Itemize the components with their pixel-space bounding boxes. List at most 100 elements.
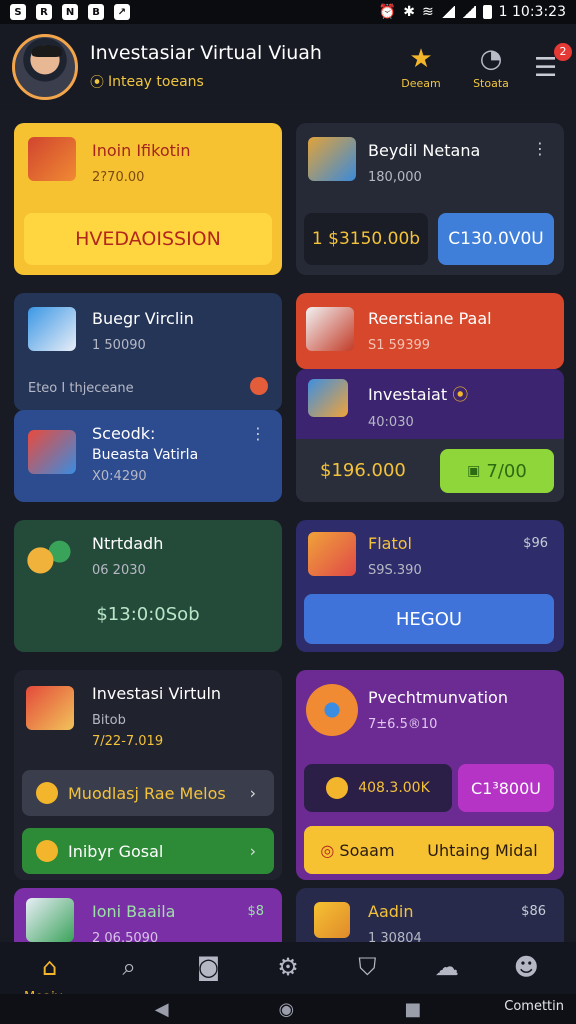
rocket-icon — [308, 532, 356, 576]
recents-icon[interactable]: ■ — [404, 999, 421, 1020]
cube-icon — [314, 902, 350, 938]
laptop-icon — [28, 307, 76, 351]
coins-icon — [26, 534, 74, 578]
card-value: S1 59399 — [368, 338, 431, 353]
app-notification-icon: B — [88, 4, 104, 20]
coin-icon: ⦿ — [90, 75, 104, 91]
camera-icon: ◙ — [196, 953, 221, 981]
home-icon: ⌂ — [42, 953, 58, 981]
more-icon[interactable]: ⋮ — [250, 424, 266, 443]
card-presentation[interactable]: Pvechtmunvation 7±6.5®10 408.3.00K C1³80… — [296, 670, 564, 880]
coin-icon: ⦿ — [452, 385, 469, 404]
corner-value: $86 — [521, 904, 546, 919]
card-portfolio[interactable]: Reerstiane Paal S1 59399 — [296, 293, 564, 369]
goal-button[interactable]: Inibyr Gosal › — [22, 828, 274, 874]
invest-button[interactable]: ▣ 7/00 — [440, 449, 554, 493]
card-balance[interactable]: Beydil Netana 180,000 ⋮ 1 $3150.00b C130… — [296, 123, 564, 275]
notification-badge: 2 — [554, 42, 572, 61]
box-icon — [308, 137, 356, 181]
card-value: 1 50090 — [92, 338, 146, 353]
presentation-value: 408.3.00K — [304, 764, 452, 812]
search-icon: ⌕ — [122, 953, 136, 981]
bluetooth-icon: ✱ — [403, 4, 415, 20]
alarm-icon: ⏰ — [378, 4, 397, 20]
balance-button[interactable]: C130.0V0U — [438, 213, 554, 265]
card-stock[interactable]: Sceodk: Bueasta Vatirla X0:4290 ⋮ — [14, 410, 282, 502]
action-button[interactable]: ◎ Soaam Uhtaing Midal — [304, 826, 554, 874]
signal-icon — [461, 6, 476, 18]
system-nav-bar: ◀ ◉ ■ — [0, 994, 576, 1024]
nav-label-group: Comettin — [504, 999, 564, 1014]
card-value: S9S.390 — [368, 563, 422, 578]
card-value: Bitob — [92, 713, 126, 728]
chart-icon: ◔ — [479, 43, 503, 74]
notifications-button[interactable]: ☰ 2 — [534, 42, 572, 83]
investment-button[interactable]: HVEDAOISSION — [24, 213, 272, 265]
status-bar: S R N B ↗ ⏰ ✱ ≋ 1 10:3:23 — [0, 0, 576, 24]
card-date: 7/22-7.019 — [92, 734, 164, 749]
card-grid: Inoin Ifikotin 2?70.00 HVEDAOISSION Beyd… — [0, 110, 576, 942]
mode-button[interactable]: Muodlasj Rae Melos › — [22, 770, 274, 816]
presentation-button[interactable]: C1³800U — [458, 764, 554, 812]
coin-icon — [36, 840, 58, 862]
app-header: Investasiar Virtual Viuah ⦿ Inteay toean… — [0, 24, 576, 110]
flat-button[interactable]: HEGOU — [304, 594, 554, 644]
people-icon — [306, 307, 354, 351]
card-subtitle: Bueasta Vatirla — [92, 447, 199, 463]
app-notification-icon: ↗ — [114, 4, 130, 20]
back-icon[interactable]: ◀ — [155, 999, 169, 1020]
status-time: 1 10:3:23 — [498, 4, 566, 20]
arrow-icon[interactable] — [250, 377, 268, 395]
card-footer: Eteo I thjeceane — [28, 381, 134, 396]
nav-item-settings[interactable]: ⚙ — [258, 942, 318, 980]
card-title: Sceodk: — [92, 424, 156, 443]
card-value: 7±6.5®10 — [368, 717, 438, 732]
card-cube[interactable]: Aadin 1 30804 $86 — [296, 888, 564, 942]
wallet-icon — [308, 379, 348, 417]
card-investasi[interactable]: Investasi Virtuln Bitob 7/22-7.019 Muodl… — [14, 670, 282, 880]
stats-button[interactable]: ◔ Stoata — [464, 45, 518, 90]
star-icon: ★ — [409, 43, 433, 74]
card-title: Beydil Netana — [368, 141, 481, 160]
list-icon: ☰ — [534, 52, 558, 83]
nav-item-shield[interactable]: ⛉ — [337, 942, 397, 980]
card-coins[interactable]: Ntrtdadh 06 2030 $13:0:0Sob — [14, 520, 282, 652]
invest-value: $196.000 — [320, 460, 406, 481]
more-icon[interactable]: ⋮ — [532, 139, 548, 158]
nav-item-search[interactable]: ⌕ — [99, 942, 159, 980]
card-invest[interactable]: Investaiat ⦿ 40:030 $196.000 ▣ 7/00 — [296, 369, 564, 502]
app-notification-icon: R — [36, 4, 52, 20]
card-title: Investaiat ⦿ — [368, 385, 469, 404]
chevron-right-icon: › — [249, 841, 256, 861]
coin-icon — [326, 777, 349, 799]
card-title: Ntrtdadh — [92, 534, 164, 553]
shop-icon — [28, 137, 76, 181]
card-title: Investasi Virtuln — [92, 684, 222, 703]
corner-value: $96 — [523, 536, 548, 551]
card-title: Reerstiane Paal — [368, 309, 492, 328]
favorites-button[interactable]: ★ Deeam — [394, 45, 448, 90]
nav-item-group[interactable]: ☻ — [496, 942, 556, 980]
card-virtual[interactable]: Buegr Virclin 1 50090 Eteo I thjeceane — [14, 293, 282, 411]
card-flat[interactable]: Flatol S9S.390 $96 HEGOU — [296, 520, 564, 652]
card-building[interactable]: Ioni Baaila 2 06.5090 $8 — [14, 888, 282, 942]
building-icon — [26, 898, 74, 942]
card-value: 2?70.00 — [92, 170, 145, 185]
corner-value: $8 — [247, 904, 264, 919]
card-title: Pvechtmunvation — [368, 688, 508, 707]
coin-icon — [36, 782, 58, 804]
signal-icon — [440, 6, 455, 18]
trend-arrow-icon — [26, 686, 74, 730]
group-icon: ☻ — [513, 953, 539, 981]
avatar[interactable] — [12, 34, 78, 100]
nav-item-camera[interactable]: ◙ — [179, 942, 239, 980]
card-investment[interactable]: Inoin Ifikotin 2?70.00 HVEDAOISSION — [14, 123, 282, 275]
bottom-nav: ⌂ ⌕ ◙ ⚙ ⛉ ☁ ☻ — [0, 942, 576, 994]
card-value: 2 06.5090 — [92, 931, 159, 942]
nav-item-home[interactable]: ⌂ — [20, 942, 80, 980]
handshake-icon: ☁ — [434, 953, 459, 981]
home-button-icon[interactable]: ◉ — [279, 999, 295, 1020]
chat-icon: ◎ — [320, 840, 335, 860]
nav-item-handshake[interactable]: ☁ — [417, 942, 477, 980]
card-title: Buegr Virclin — [92, 309, 194, 328]
